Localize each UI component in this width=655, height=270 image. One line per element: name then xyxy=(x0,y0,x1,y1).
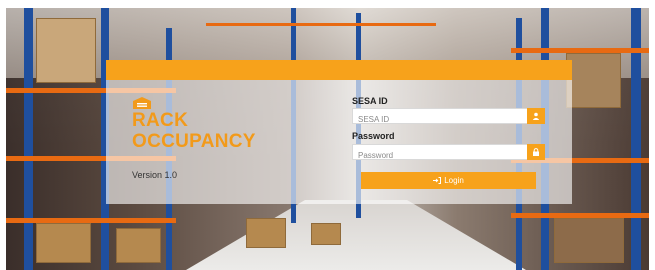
pallet-box xyxy=(311,223,341,245)
warehouse-icon xyxy=(133,97,151,109)
user-icon xyxy=(532,112,540,120)
sesa-id-label: SESA ID xyxy=(352,96,388,106)
version-label: Version 1.0 xyxy=(132,170,178,180)
pallet-box xyxy=(554,218,624,263)
password-input[interactable] xyxy=(353,148,527,163)
user-icon-button xyxy=(527,108,545,124)
brand-line-1: RACK xyxy=(132,110,189,131)
pallet-box xyxy=(566,53,621,108)
lock-icon-button xyxy=(527,144,545,160)
pallet-box xyxy=(116,228,161,263)
panel-header-bar xyxy=(106,60,572,80)
pallet-box xyxy=(36,223,91,263)
rack-beam xyxy=(206,23,436,26)
rack-beam xyxy=(6,218,176,223)
pallet-box xyxy=(246,218,286,248)
sesa-id-field xyxy=(352,108,545,127)
login-button[interactable]: Login xyxy=(361,172,536,189)
rack-upright xyxy=(24,8,33,270)
app-brand: RACK OCCUPANCY xyxy=(132,110,256,152)
sign-in-icon xyxy=(433,177,442,184)
lock-icon xyxy=(533,148,539,156)
brand-line-2: OCCUPANCY xyxy=(132,131,256,152)
sesa-id-input[interactable] xyxy=(353,112,527,127)
password-label: Password xyxy=(352,131,395,141)
password-field xyxy=(352,144,545,163)
login-panel: RACK OCCUPANCY Version 1.0 SESA ID Passw… xyxy=(106,60,572,204)
pallet-box xyxy=(36,18,96,83)
login-button-label: Login xyxy=(444,176,464,185)
